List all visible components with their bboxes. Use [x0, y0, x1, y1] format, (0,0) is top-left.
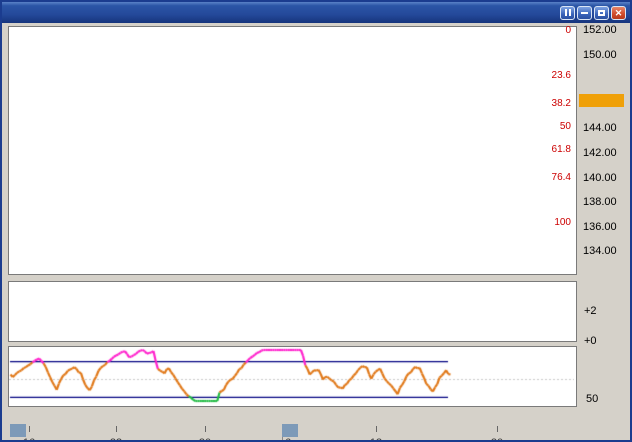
fib-level-label: 50	[560, 121, 571, 132]
date-tick	[376, 426, 377, 432]
maximize-icon	[598, 10, 605, 16]
date-label: 16	[15, 437, 43, 442]
price-chart-canvas[interactable]	[9, 27, 574, 272]
price-panel	[8, 26, 577, 275]
fib-level-label: 76.4	[552, 172, 571, 183]
price-axis-label: 144.00	[583, 122, 617, 134]
chart-client-area: 152.00150.00146.00144.00142.00140.00138.…	[2, 23, 630, 440]
rsi-chart-canvas[interactable]	[9, 347, 574, 404]
month-badge-apr	[282, 424, 298, 437]
fib-level-label: 61.8	[552, 144, 571, 155]
minimize-button[interactable]	[577, 6, 592, 20]
price-axis-label: 142.00	[583, 147, 617, 159]
chart-window: ✕ 152.00150.00146.00144.00142.00140.0013…	[0, 0, 632, 442]
price-axis-label: 140.00	[583, 172, 617, 184]
price-axis-label: 152.00	[583, 24, 617, 36]
fib-level-label: 100	[554, 217, 571, 228]
close-icon: ✕	[615, 8, 623, 18]
fib-level-label: 0	[565, 25, 571, 36]
title-bar[interactable]: ✕	[2, 2, 630, 23]
close-button[interactable]: ✕	[611, 6, 626, 20]
date-tick	[205, 426, 206, 432]
date-label: 6	[274, 437, 302, 442]
macd-axis-label: +2	[584, 305, 597, 317]
minimize-icon	[581, 12, 588, 14]
window-controls: ✕	[560, 6, 626, 20]
date-label: 13	[362, 437, 390, 442]
date-label: 23	[102, 437, 130, 442]
date-tick	[29, 426, 30, 432]
date-tick	[497, 426, 498, 432]
date-tick	[116, 426, 117, 432]
price-axis-label: 150.00	[583, 49, 617, 61]
fib-level-label: 23.6	[552, 70, 571, 81]
macd-panel	[8, 281, 577, 342]
pause-icon	[565, 9, 567, 16]
price-axis-label: 138.00	[583, 196, 617, 208]
month-badge-mar	[10, 424, 26, 437]
macd-chart-canvas[interactable]	[9, 282, 574, 339]
date-label: 30	[191, 437, 219, 442]
date-label: 20	[483, 437, 511, 442]
price-axis-label: 134.00	[583, 245, 617, 257]
macd-axis-label: +0	[584, 335, 597, 347]
pause-button[interactable]	[560, 6, 575, 20]
maximize-button[interactable]	[594, 6, 609, 20]
current-price-label	[579, 94, 624, 107]
rsi-panel	[8, 346, 577, 407]
rsi-axis-label: 50	[586, 393, 598, 405]
fib-level-label: 38.2	[552, 98, 571, 109]
price-axis-label: 136.00	[583, 221, 617, 233]
